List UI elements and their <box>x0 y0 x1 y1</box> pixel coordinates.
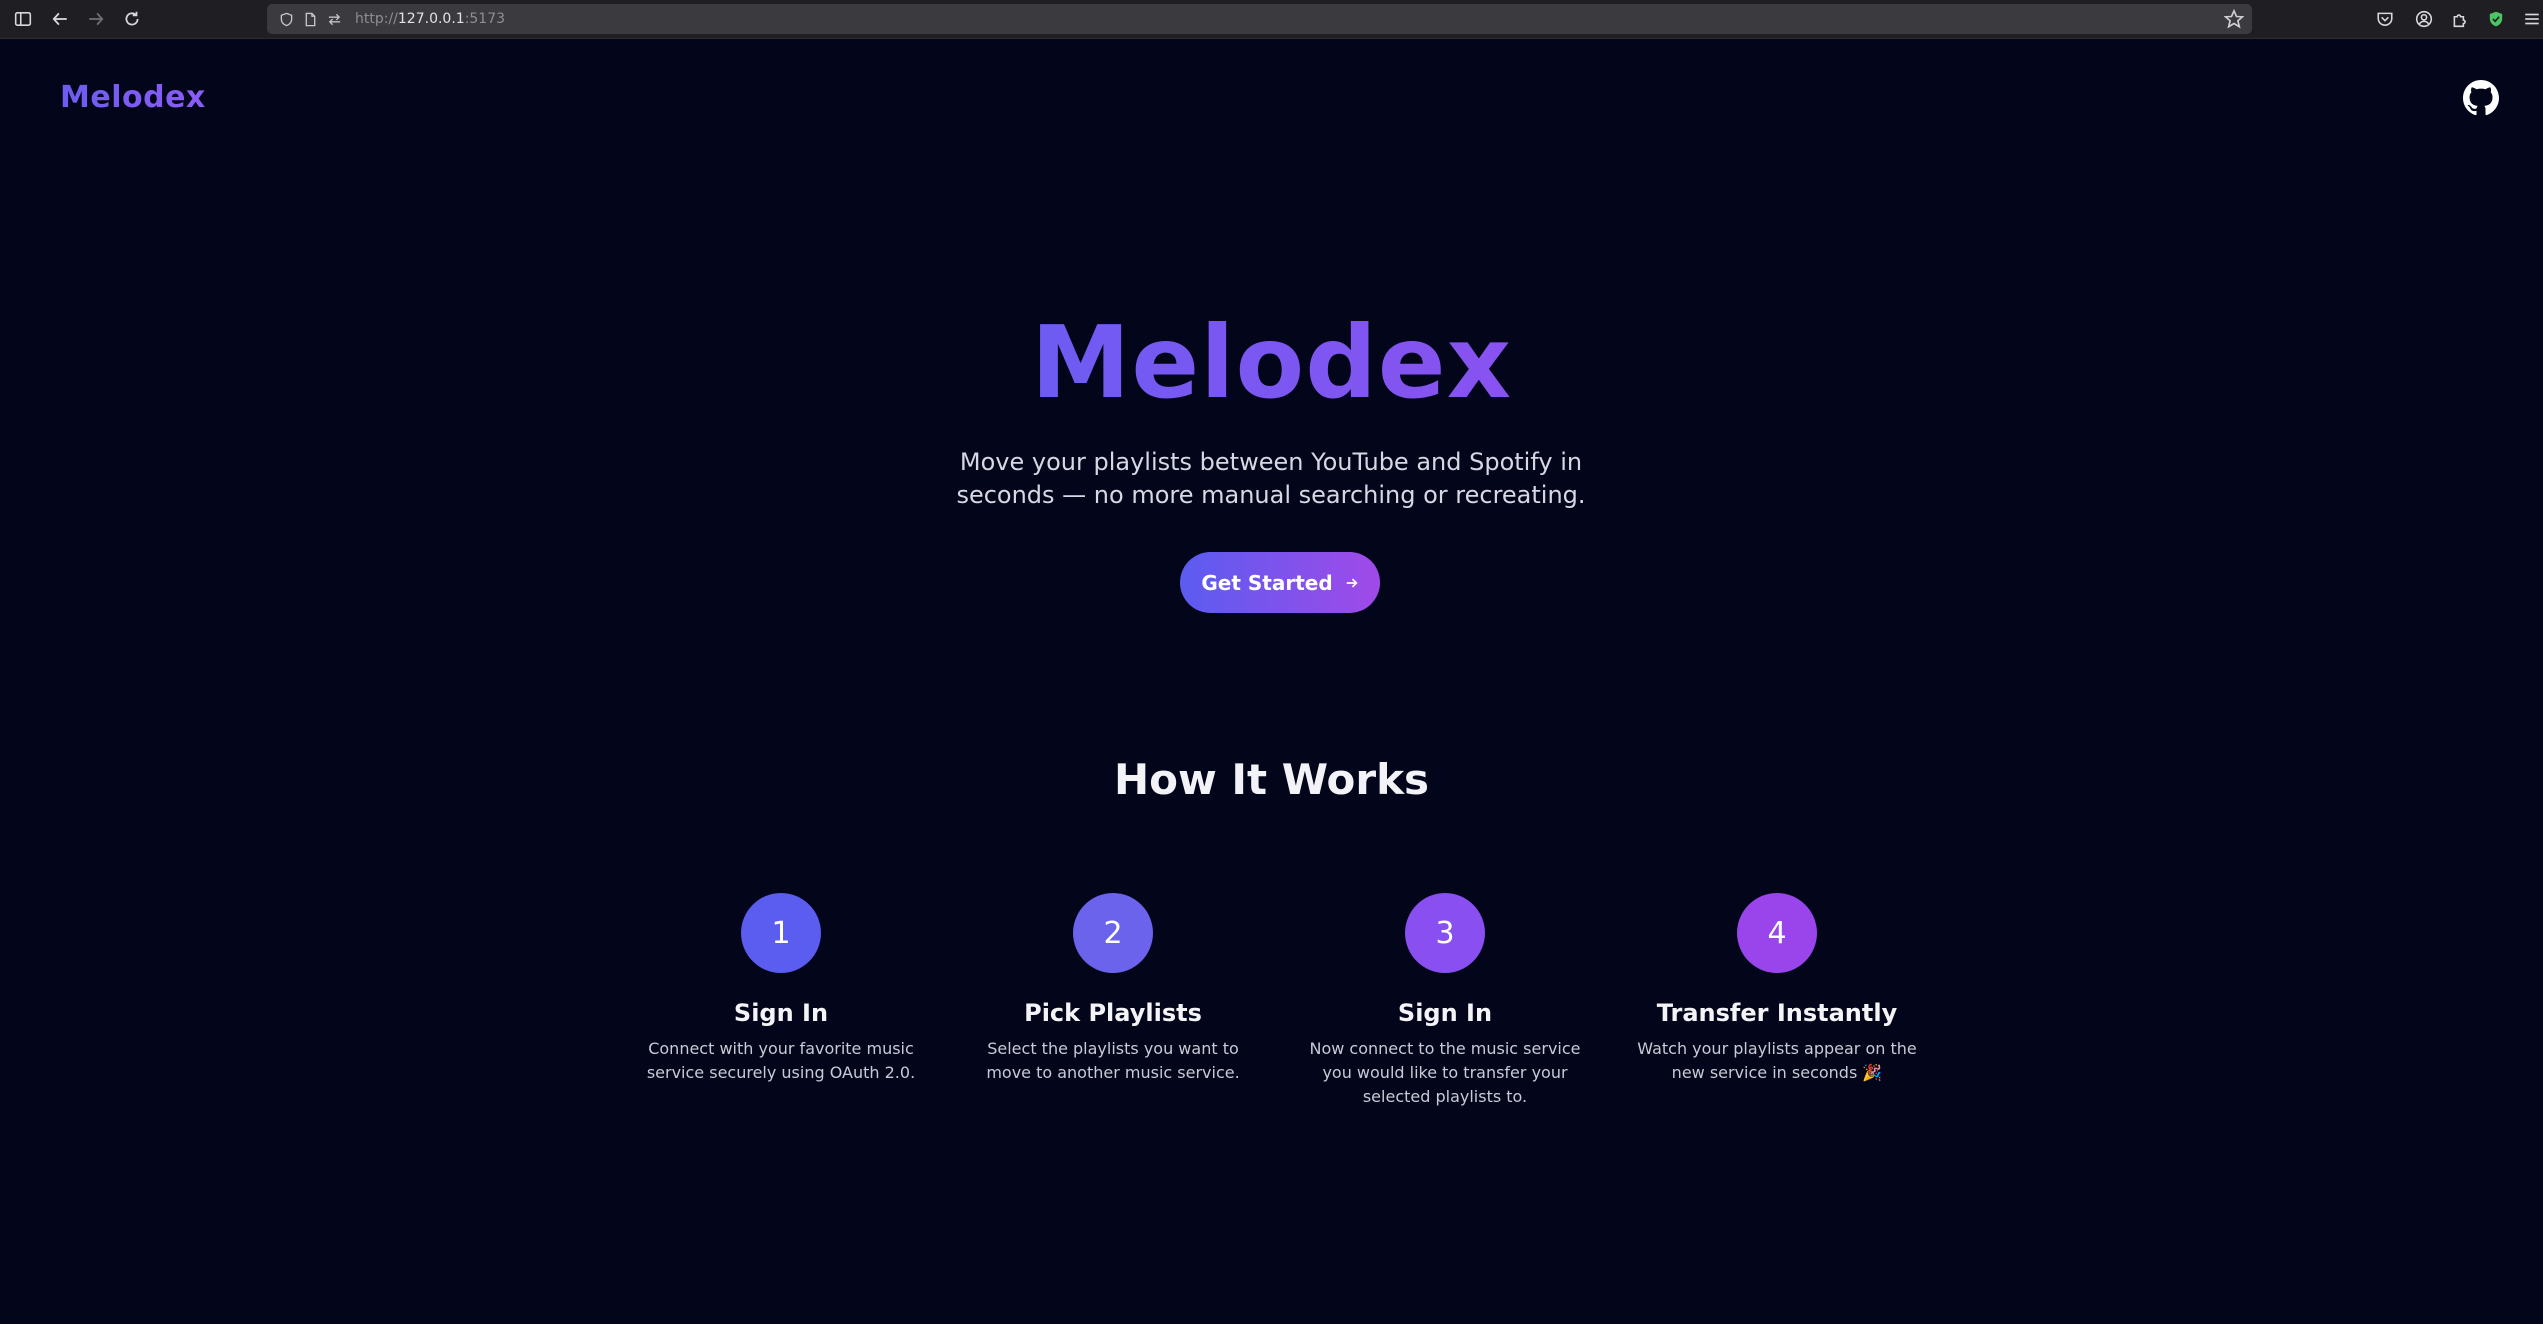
sidebar-toggle-icon[interactable] <box>11 7 35 31</box>
page: Melodex Melodex Move your playlists betw… <box>0 40 2543 1324</box>
step-card: 1 Sign In Connect with your favorite mus… <box>636 893 926 1085</box>
hero-subtitle: Move your playlists between YouTube and … <box>956 448 1586 509</box>
step-title: Pick Playlists <box>1024 999 1202 1027</box>
reload-icon[interactable] <box>120 7 144 31</box>
bookmark-star-icon[interactable] <box>2223 8 2245 29</box>
step-card: 4 Transfer Instantly Watch your playlist… <box>1632 893 1922 1085</box>
forward-icon[interactable] <box>84 7 108 31</box>
step-title: Sign In <box>1397 999 1493 1027</box>
page-icon[interactable] <box>301 10 319 28</box>
github-icon[interactable] <box>2463 80 2499 116</box>
url-text[interactable]: http://127.0.0.1:5173 <box>355 11 505 27</box>
brand-logo[interactable]: Melodex <box>60 80 206 115</box>
how-it-works-title: How It Works <box>1113 755 1430 804</box>
step-number-badge: 2 <box>1073 893 1153 973</box>
step-description: Watch your playlists appear on the new s… <box>1637 1039 1917 1082</box>
browser-toolbar: http://127.0.0.1:5173 <box>0 0 2543 39</box>
step-card: 2 Pick Playlists Select the playlists yo… <box>968 893 1258 1085</box>
step-number-badge: 4 <box>1737 893 1817 973</box>
arrow-right-icon <box>1345 576 1359 590</box>
url-host: 127.0.0.1 <box>397 11 465 27</box>
account-icon[interactable] <box>2412 7 2436 31</box>
connection-icon[interactable] <box>325 10 343 28</box>
url-port: :5173 <box>464 11 506 27</box>
url-scheme: http:// <box>355 11 398 27</box>
get-started-button[interactable]: Get Started <box>1180 552 1380 613</box>
address-bar[interactable]: http://127.0.0.1:5173 <box>267 4 2252 34</box>
vpn-shield-icon[interactable] <box>2484 7 2508 31</box>
menu-icon[interactable] <box>2520 7 2543 31</box>
get-started-label: Get Started <box>1201 570 1333 595</box>
step-description: Connect with your favorite music service… <box>646 1039 916 1082</box>
hero-title: Melodex <box>0 308 2543 418</box>
extensions-icon[interactable] <box>2448 7 2472 31</box>
shield-icon[interactable] <box>277 10 295 28</box>
step-description: Select the playlists you want to move to… <box>986 1039 1240 1082</box>
pocket-icon[interactable] <box>2373 7 2397 31</box>
step-title: Sign In <box>733 999 829 1027</box>
step-number-badge: 3 <box>1405 893 1485 973</box>
step-number-badge: 1 <box>741 893 821 973</box>
step-description: Now connect to the music service you wou… <box>1309 1039 1581 1106</box>
back-icon[interactable] <box>48 7 72 31</box>
step-title: Transfer Instantly <box>1656 999 1898 1027</box>
step-card: 3 Sign In Now connect to the music servi… <box>1300 893 1590 1109</box>
